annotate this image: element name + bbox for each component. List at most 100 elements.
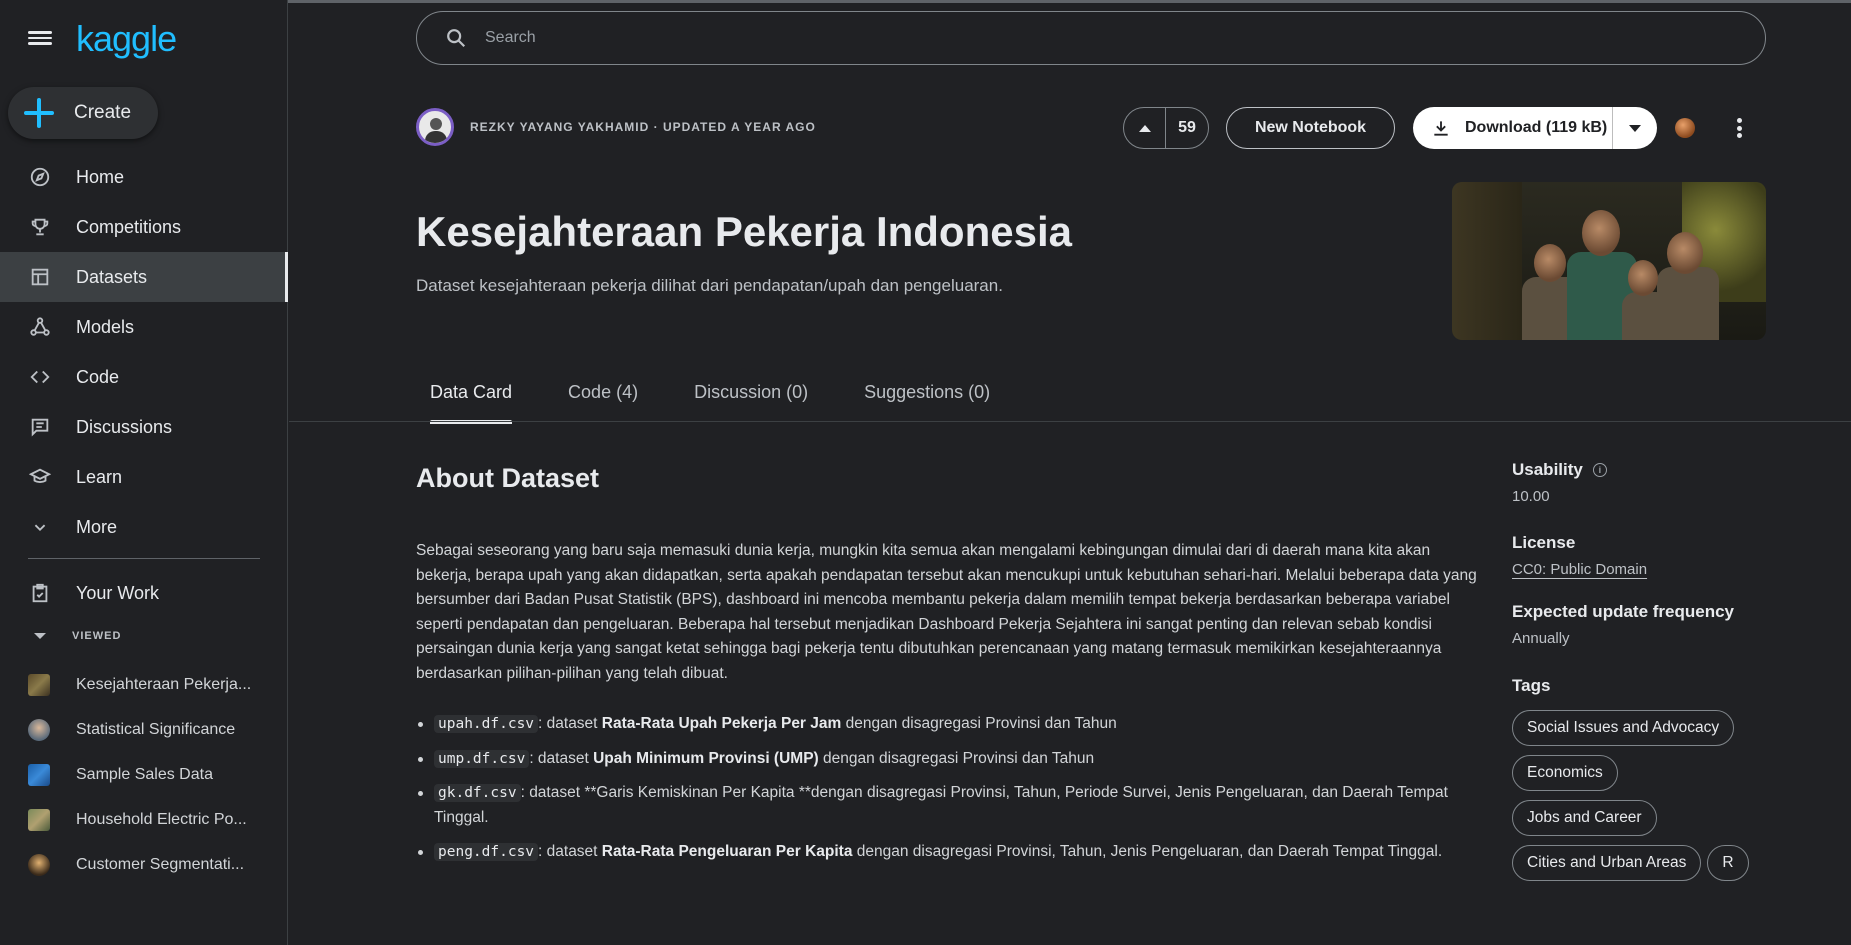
tab-divider xyxy=(289,421,1851,422)
recent-item-label: Household Electric Po... xyxy=(76,810,247,828)
sidebar: kaggle Create Home Competitions Datasets… xyxy=(0,0,288,945)
file-list: upah.df.csv: dataset Rata-Rata Upah Peke… xyxy=(416,712,1496,875)
avatar[interactable] xyxy=(416,108,454,146)
tag-chip[interactable]: Cities and Urban Areas xyxy=(1512,845,1702,881)
file-desc: dengan disagregasi Provinsi dan Tahun xyxy=(818,749,1095,767)
vote-count[interactable]: 59 xyxy=(1166,119,1208,137)
dataset-thumbnail xyxy=(28,763,50,786)
download-button-group: Download (119 kB) xyxy=(1413,107,1657,149)
dataset-cover-image xyxy=(1452,182,1766,340)
sidebar-item-home[interactable]: Home xyxy=(0,152,288,202)
file-code: ump.df.csv xyxy=(434,749,530,768)
tab-suggestions[interactable]: Suggestions (0) xyxy=(850,374,1004,420)
sidebar-item-more[interactable]: More xyxy=(0,502,288,552)
dataset-thumbnail xyxy=(28,673,50,696)
new-notebook-button[interactable]: New Notebook xyxy=(1226,107,1395,149)
chevron-down-icon xyxy=(28,515,52,539)
author-updated-text[interactable]: REZKY YAYANG YAKHAMID · UPDATED A YEAR A… xyxy=(470,120,816,134)
clipboard-icon xyxy=(28,581,52,605)
file-desc: : dataset xyxy=(538,843,602,861)
sidebar-item-label: Your Work xyxy=(76,582,160,603)
sidebar-item-label: More xyxy=(76,516,118,537)
license-link[interactable]: CC0: Public Domain xyxy=(1512,561,1812,578)
author-row: REZKY YAYANG YAKHAMID · UPDATED A YEAR A… xyxy=(416,108,816,146)
sidebar-item-discussions[interactable]: Discussions xyxy=(0,402,288,452)
page-subtitle: Dataset kesejahteraan pekerja dilihat da… xyxy=(416,276,1003,295)
sidebar-item-label: Code xyxy=(76,366,120,387)
tag-chip[interactable]: Social Issues and Advocacy xyxy=(1512,710,1735,746)
upvote-button[interactable] xyxy=(1124,108,1166,148)
sidebar-nav: Home Competitions Datasets Models Code D… xyxy=(0,152,288,552)
file-desc-bold: Rata-Rata Pengeluaran Per Kapita xyxy=(601,843,853,861)
file-desc: dengan disagregasi Provinsi, Tahun, Jeni… xyxy=(852,843,1443,861)
tags-heading: Tags xyxy=(1512,676,1551,695)
search-bar[interactable]: Search xyxy=(416,11,1766,65)
download-options-button[interactable] xyxy=(1613,124,1657,132)
hamburger-menu-icon[interactable] xyxy=(28,28,52,48)
tab-bar: Data Card Code (4) Discussion (0) Sugges… xyxy=(416,374,1032,424)
file-desc: : dataset xyxy=(538,715,602,732)
sidebar-item-label: Discussions xyxy=(76,416,173,437)
sidebar-your-work: Your Work xyxy=(0,568,288,618)
sidebar-item-label: Models xyxy=(76,316,135,337)
usability-label: Usability xyxy=(1512,460,1583,479)
tag-chip[interactable]: Jobs and Career xyxy=(1512,800,1657,836)
sidebar-item-code[interactable]: Code xyxy=(0,352,288,402)
sidebar-item-models[interactable]: Models xyxy=(0,302,288,352)
create-button[interactable]: Create xyxy=(8,87,158,139)
recent-item[interactable]: Sample Sales Data xyxy=(0,752,288,797)
sidebar-item-learn[interactable]: Learn xyxy=(0,452,288,502)
tab-data-card[interactable]: Data Card xyxy=(416,374,526,424)
code-icon xyxy=(28,365,52,389)
tab-discussion[interactable]: Discussion (0) xyxy=(680,374,822,420)
search-icon xyxy=(447,29,466,48)
tag-chip[interactable]: R xyxy=(1707,845,1749,881)
table-icon xyxy=(28,265,52,289)
about-heading: About Dataset xyxy=(416,463,600,493)
tag-chip[interactable]: Economics xyxy=(1512,755,1618,791)
recent-item[interactable]: Customer Segmentati... xyxy=(0,842,288,887)
download-icon xyxy=(1434,121,1448,136)
dataset-thumbnail xyxy=(28,808,50,831)
trophy-icon xyxy=(28,215,52,239)
list-item: upah.df.csv: dataset Rata-Rata Upah Peke… xyxy=(416,712,1496,737)
download-button[interactable]: Download (119 kB) xyxy=(1413,107,1613,149)
sidebar-item-competitions[interactable]: Competitions xyxy=(0,202,288,252)
list-item: ump.df.csv: dataset Upah Minimum Provins… xyxy=(416,747,1496,772)
usability-heading: Usability i xyxy=(1512,460,1812,480)
models-icon xyxy=(28,315,52,339)
search-input[interactable]: Search xyxy=(485,29,536,47)
sidebar-item-label: Home xyxy=(76,166,125,187)
sidebar-item-your-work[interactable]: Your Work xyxy=(0,568,288,618)
license-heading: License xyxy=(1512,533,1576,552)
vote-widget: 59 xyxy=(1123,107,1209,149)
frequency-value: Annually xyxy=(1512,630,1570,647)
recent-item-label: Customer Segmentati... xyxy=(76,855,245,873)
sidebar-item-label: Learn xyxy=(76,466,123,487)
tags-list: Social Issues and Advocacy Economics Job… xyxy=(1512,710,1802,890)
dataset-thumbnail xyxy=(28,718,50,741)
sidebar-divider xyxy=(28,558,260,559)
page-title: Kesejahteraan Pekerja Indonesia xyxy=(416,208,1072,255)
recent-item-label: Statistical Significance xyxy=(76,720,236,738)
viewed-toggle[interactable]: VIEWED xyxy=(28,630,121,642)
recent-item[interactable]: Statistical Significance xyxy=(0,707,288,752)
usability-value: 10.00 xyxy=(1512,488,1550,505)
recent-item-label: Sample Sales Data xyxy=(76,765,213,783)
list-item: gk.df.csv: dataset **Garis Kemiskinan Pe… xyxy=(416,781,1496,830)
sidebar-item-label: Datasets xyxy=(76,266,148,287)
discussion-icon xyxy=(28,415,52,439)
tab-code[interactable]: Code (4) xyxy=(554,374,652,420)
file-code: upah.df.csv xyxy=(434,715,539,733)
progression-medal-icon[interactable] xyxy=(1675,118,1695,138)
sidebar-item-label: Competitions xyxy=(76,216,182,237)
info-icon[interactable]: i xyxy=(1592,463,1607,477)
recent-item[interactable]: Household Electric Po... xyxy=(0,797,288,842)
list-item: peng.df.csv: dataset Rata-Rata Pengeluar… xyxy=(416,840,1496,865)
dataset-thumbnail xyxy=(28,853,50,876)
recent-item[interactable]: Kesejahteraan Pekerja... xyxy=(0,662,288,707)
more-options-icon[interactable] xyxy=(1733,116,1745,140)
sidebar-item-datasets[interactable]: Datasets xyxy=(0,252,288,302)
kaggle-logo[interactable]: kaggle xyxy=(76,18,177,60)
triangle-up-icon xyxy=(1138,124,1151,132)
